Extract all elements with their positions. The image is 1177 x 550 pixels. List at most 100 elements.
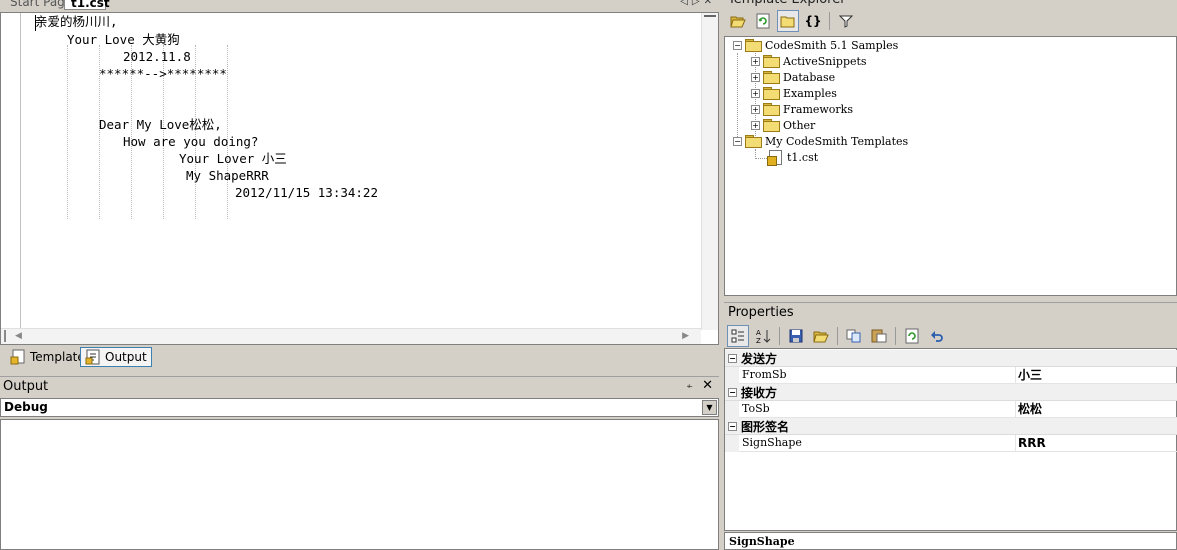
ide-window: Start Page t1.cst ◁▷✕ 亲爱的杨川川, Your Love … — [0, 0, 1177, 550]
tree-node-my-templates[interactable]: − My CodeSmith Templates — [733, 133, 908, 149]
property-value[interactable]: 松松 — [1015, 401, 1177, 418]
property-row[interactable]: SignShape RRR — [725, 435, 1177, 452]
expand-icon[interactable]: + — [751, 88, 760, 98]
scroll-right-arrow-icon[interactable]: ▶ — [682, 331, 689, 341]
folder-icon — [763, 55, 780, 68]
close-icon[interactable]: ✕ — [702, 378, 713, 393]
copy-button[interactable] — [843, 325, 865, 347]
editor-horizontal-scrollbar[interactable]: ◀ ▶ — [1, 328, 701, 344]
expand-icon[interactable]: + — [751, 56, 760, 66]
code-line: ******-->******** — [99, 66, 227, 81]
collapse-icon[interactable]: − — [733, 136, 742, 146]
tree-node-frameworks[interactable]: + Frameworks — [751, 101, 853, 117]
pin-icon[interactable]: ⍅ — [686, 379, 693, 393]
row-indent — [725, 401, 739, 418]
properties-toolbar: AZ — [724, 323, 1177, 348]
tree-node-codesmith-samples[interactable]: − CodeSmith 5.1 Samples — [733, 37, 898, 53]
paste-icon — [871, 329, 887, 343]
expand-icon[interactable]: + — [751, 104, 760, 114]
category-row[interactable]: − 接收方 — [725, 384, 1177, 401]
tab-template-label: Template — [30, 350, 85, 364]
tab-output[interactable]: Output — [80, 347, 152, 367]
expand-icon[interactable]: + — [751, 120, 760, 130]
collapse-icon[interactable]: − — [728, 421, 737, 431]
tab-template[interactable]: Template — [6, 347, 89, 367]
template-icon — [10, 349, 26, 365]
folder-icon — [763, 103, 780, 116]
tab-scroll-arrows[interactable]: ◁▷✕ — [680, 0, 716, 7]
open-button[interactable] — [810, 325, 832, 347]
sort-az-icon: AZ — [756, 329, 771, 344]
braces-icon: {} — [804, 14, 822, 28]
alphabetical-button[interactable]: AZ — [752, 325, 774, 347]
undo-icon — [931, 330, 943, 342]
categorized-icon — [731, 329, 744, 342]
tree-line — [755, 158, 767, 159]
collapse-icon[interactable]: − — [728, 353, 737, 363]
toolbar-separator — [829, 12, 830, 30]
categorized-button[interactable] — [727, 324, 749, 347]
tree-node-other[interactable]: + Other — [751, 117, 815, 133]
output-icon — [85, 349, 101, 365]
view-tab-strip: Template Output — [0, 345, 719, 371]
refresh-button[interactable] — [752, 10, 774, 32]
tree-node-label: Examples — [783, 86, 837, 100]
filter-icon — [839, 15, 853, 28]
row-indent — [725, 367, 739, 384]
property-row[interactable]: FromSb 小三 — [725, 367, 1177, 384]
property-value[interactable]: RRR — [1015, 435, 1177, 452]
template-explorer-toolbar: {} — [724, 8, 1177, 34]
open-folder-button[interactable] — [727, 10, 749, 32]
template-tree[interactable]: − CodeSmith 5.1 Samples + ActiveSnippets… — [724, 36, 1177, 296]
editor-text-area[interactable]: 亲爱的杨川川, Your Love 大黄狗 2012.11.8 ******--… — [21, 13, 701, 330]
chevron-down-icon[interactable]: ▼ — [702, 400, 717, 415]
tab-t1-cst[interactable]: t1.cst — [64, 0, 110, 10]
code-editor[interactable]: 亲爱的杨川川, Your Love 大黄狗 2012.11.8 ******--… — [0, 12, 719, 345]
editor-vertical-scrollbar[interactable] — [701, 13, 718, 330]
regenerate-button[interactable] — [901, 325, 923, 347]
undo-button[interactable] — [926, 325, 948, 347]
save-button[interactable] — [785, 325, 807, 347]
tree-node-examples[interactable]: + Examples — [751, 85, 837, 101]
code-line: How are you doing? — [123, 134, 259, 149]
show-properties-button[interactable]: {} — [802, 10, 824, 32]
property-value[interactable]: 小三 — [1015, 367, 1177, 384]
output-panel-header: Output ⍅ ✕ — [0, 376, 719, 396]
filter-button[interactable] — [835, 10, 857, 32]
tree-node-label: Database — [783, 70, 836, 84]
code-line: My ShapeRRR — [186, 168, 269, 183]
row-indent — [725, 435, 739, 452]
save-icon — [789, 329, 803, 342]
category-row[interactable]: − 发送方 — [725, 350, 1177, 367]
expand-icon[interactable]: + — [751, 72, 760, 82]
splitter-handle[interactable] — [4, 330, 6, 342]
scroll-thumb[interactable] — [704, 15, 716, 21]
output-text-area[interactable] — [0, 419, 719, 550]
code-line: Your Lover 小三 — [179, 151, 287, 166]
category-row[interactable]: − 图形签名 — [725, 418, 1177, 435]
indent-guide — [67, 45, 68, 219]
svg-text:A: A — [756, 329, 761, 337]
indent-guide — [227, 45, 228, 219]
show-folders-button[interactable] — [777, 10, 799, 32]
collapse-icon[interactable]: − — [728, 387, 737, 397]
tree-line — [755, 149, 756, 157]
property-grid[interactable]: − 发送方 FromSb 小三 − 接收方 ToSb 松松 − 图形签名 Sig… — [724, 348, 1177, 531]
scroll-left-arrow-icon[interactable]: ◀ — [15, 331, 22, 341]
tree-node-database[interactable]: + Database — [751, 69, 835, 85]
property-row[interactable]: ToSb 松松 — [725, 401, 1177, 418]
code-line: 2012/11/15 13:34:22 — [235, 185, 378, 200]
tree-node-t1-cst[interactable]: t1.cst — [767, 149, 818, 166]
folder-icon — [780, 16, 795, 27]
tab-output-label: Output — [105, 350, 147, 364]
folder-icon — [763, 119, 780, 132]
collapse-icon[interactable]: − — [733, 40, 742, 50]
folder-icon — [763, 87, 780, 100]
output-source-select[interactable]: Debug ▼ — [0, 398, 719, 417]
tree-node-activesnippets[interactable]: + ActiveSnippets — [751, 53, 867, 69]
open-folder-icon — [813, 331, 829, 342]
tree-node-label: My CodeSmith Templates — [765, 134, 909, 148]
paste-button[interactable] — [868, 325, 890, 347]
tree-node-label: Frameworks — [783, 102, 853, 116]
code-line: Dear My Love松松, — [99, 117, 222, 132]
